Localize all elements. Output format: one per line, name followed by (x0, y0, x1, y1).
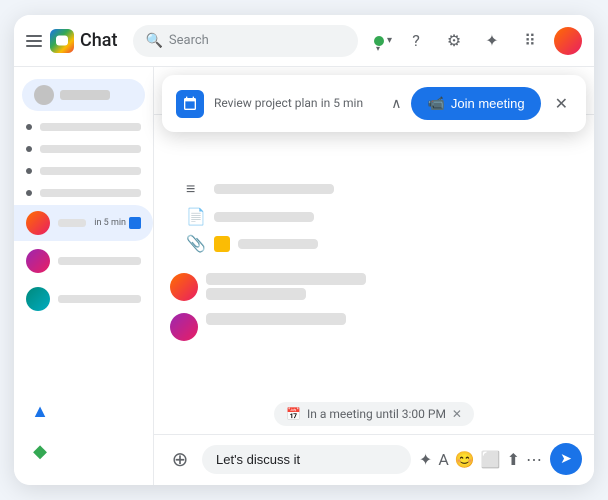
attach-bar-1 (214, 184, 334, 194)
help-button[interactable]: ? (402, 27, 430, 55)
sidebar-item-home[interactable] (14, 117, 153, 137)
menu-attach-icon: ≡ (186, 179, 206, 199)
top-bar: Chat 🔍 Search ▾ ? ⚙ ✦ ⠿ (14, 15, 594, 67)
msg-text-bar-1b (206, 288, 306, 300)
sidebar-bottom: ▲ ◆ (14, 385, 153, 477)
drive-icon[interactable]: ▲ (22, 393, 58, 429)
sidebar: in 5 min ▲ ◆ (14, 67, 154, 485)
attachment-row-3: 📎 (186, 234, 562, 253)
chat-logo-icon (50, 29, 74, 53)
msg-avatar-1 (170, 273, 198, 301)
meeting-status-close[interactable]: ✕ (452, 407, 462, 421)
meeting-expand-icon[interactable]: ∧ (391, 96, 401, 112)
msg-content-1 (206, 273, 366, 300)
meeting-banner: Review project plan in 5 min ∧ 📹 Join me… (162, 75, 586, 132)
top-bar-actions: ▾ ? ⚙ ✦ ⠿ (374, 27, 582, 55)
attachment-area: ≡ 📄 📎 (170, 175, 578, 261)
status-group[interactable]: ▾ (374, 35, 392, 46)
home-icon (26, 124, 32, 130)
chat-input-area: ⊕ ✦ A 😊 ⬜ ⬆ ⋯ ➤ (154, 434, 594, 485)
meet-badge (129, 217, 141, 229)
app-container: Chat 🔍 Search ▾ ? ⚙ ✦ ⠿ (14, 15, 594, 485)
sparkle-button[interactable]: ✦ (419, 450, 432, 469)
sidebar-item-history[interactable] (14, 183, 153, 203)
more-button[interactable]: ⋯ (526, 450, 542, 469)
apps-button[interactable]: ⠿ (516, 27, 544, 55)
upload-button[interactable]: ⬆ (507, 450, 520, 469)
sidebar-item-starred[interactable] (14, 161, 153, 181)
mentions-icon (26, 146, 32, 152)
main-area: in 5 min ▲ ◆ ← (14, 67, 594, 485)
calendar-small-icon: 📅 (286, 407, 301, 421)
meeting-close-button[interactable]: ✕ (551, 90, 572, 117)
contact-1-avatar (26, 211, 50, 235)
sidebar-contact-2[interactable] (14, 243, 153, 279)
new-chat-button[interactable] (22, 79, 145, 111)
search-icon: 🔍 (145, 33, 162, 49)
contact-3-avatar (26, 287, 50, 311)
add-button[interactable]: ✦ (478, 27, 506, 55)
msg-avatar-2 (170, 313, 198, 341)
clip-attach-icon: 📎 (186, 234, 206, 253)
new-chat-label (60, 90, 110, 100)
message-row-2 (170, 313, 578, 341)
meeting-banner-text: Review project plan in 5 min (214, 96, 381, 111)
contact-2-avatar (26, 249, 50, 273)
meeting-status: 📅 In a meeting until 3:00 PM ✕ (154, 398, 594, 434)
doc-attach-icon: 📄 (186, 207, 206, 226)
history-icon (26, 190, 32, 196)
chat-input-row: ⊕ ✦ A 😊 ⬜ ⬆ ⋯ ➤ (166, 443, 582, 475)
attachment-row-2: 📄 (186, 207, 562, 226)
meeting-status-label: In a meeting until 3:00 PM (307, 407, 446, 421)
app-logo: Chat (50, 29, 117, 53)
attach-bar-3 (238, 239, 318, 249)
meeting-title: Review project plan in 5 min (214, 96, 381, 111)
chat-main: ← ▾ Review project plan in 5 min (154, 67, 594, 485)
menu-button[interactable] (26, 35, 42, 47)
sidebar-contact-1[interactable]: in 5 min (14, 205, 153, 241)
video-icon: 📹 (427, 95, 444, 112)
meeting-status-chip: 📅 In a meeting until 3:00 PM ✕ (274, 402, 474, 426)
input-actions: ✦ A 😊 ⬜ ⬆ ⋯ (419, 450, 542, 469)
search-placeholder: Search (169, 33, 209, 48)
emoji-button[interactable]: 😊 (455, 450, 475, 469)
attach-bar-2 (214, 212, 314, 222)
msg-text-bar-1a (206, 273, 366, 285)
message-row-1 (170, 273, 578, 301)
attachment-button[interactable]: ⬜ (481, 450, 501, 469)
sidebar-item-mentions[interactable] (14, 139, 153, 159)
join-meeting-button[interactable]: 📹 Join meeting (411, 87, 540, 120)
user-avatar[interactable] (554, 27, 582, 55)
chat-messages: ≡ 📄 📎 (154, 115, 594, 398)
sidebar-contact-3[interactable] (14, 281, 153, 317)
send-button[interactable]: ➤ (550, 443, 582, 475)
message-input[interactable] (202, 445, 411, 474)
format-button[interactable]: A (438, 450, 448, 469)
status-dot (374, 36, 384, 46)
settings-button[interactable]: ⚙ (440, 27, 468, 55)
meeting-calendar-icon (176, 90, 204, 118)
meet-icon[interactable]: ◆ (22, 433, 58, 469)
add-attachment-button[interactable]: ⊕ (166, 445, 194, 473)
attachment-row-1: ≡ (186, 179, 562, 199)
msg-text-bar-2a (206, 313, 346, 325)
msg-content-2 (206, 313, 346, 325)
yellow-box-icon (214, 236, 230, 252)
search-bar[interactable]: 🔍 Search (133, 25, 358, 57)
app-title: Chat (80, 30, 117, 51)
star-icon (26, 168, 32, 174)
new-chat-icon (34, 85, 54, 105)
